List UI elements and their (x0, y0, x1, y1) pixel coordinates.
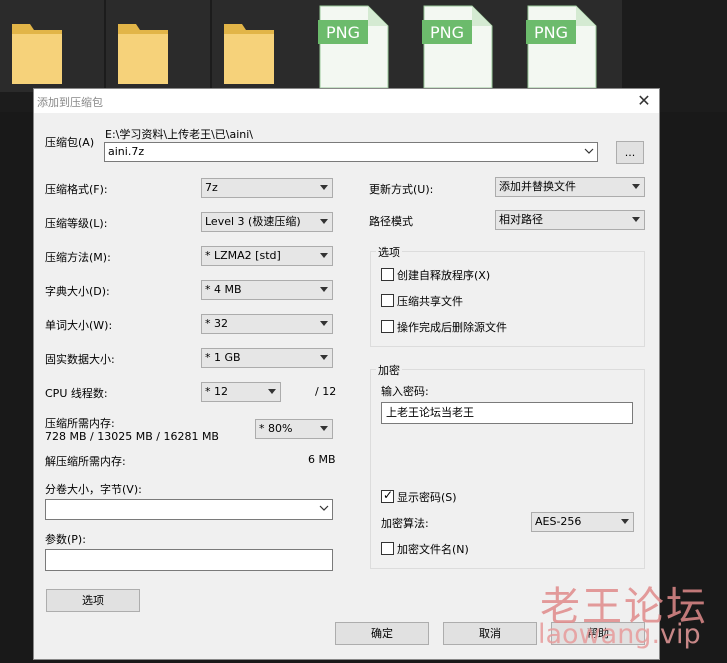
chevron-down-icon (584, 148, 594, 154)
password-input[interactable]: 上老王论坛当老王 (381, 402, 633, 424)
decomp-label: 解压缩所需内存: (45, 455, 126, 468)
cpu-label: CPU 线程数: (45, 387, 108, 400)
cpu-value: * 12 (205, 385, 228, 398)
encrypt-names-checkbox[interactable] (381, 542, 394, 555)
password-label: 输入密码: (381, 385, 429, 398)
dict-select[interactable]: * 4 MB (201, 280, 333, 300)
chevron-down-icon (320, 321, 328, 326)
shared-checkbox[interactable] (381, 294, 394, 307)
update-label: 更新方式(U): (369, 183, 434, 196)
mem-percent-select[interactable]: * 80% (255, 419, 333, 439)
params-label: 参数(P): (45, 533, 86, 546)
encrypt-names-label: 加密文件名(N) (397, 543, 469, 556)
png-file-item[interactable]: PNG (518, 0, 622, 92)
word-value: * 32 (205, 317, 228, 330)
algorithm-value: AES-256 (535, 515, 582, 528)
method-value: * LZMA2 [std] (205, 249, 281, 262)
algorithm-select[interactable]: AES-256 (531, 512, 634, 532)
folder-item[interactable] (0, 0, 104, 92)
chevron-down-icon (632, 184, 640, 189)
format-select[interactable]: 7z (201, 178, 333, 198)
png-badge: PNG (430, 23, 464, 42)
archive-name-value: aini.7z (108, 145, 145, 158)
archive-label: 压缩包(A) (45, 136, 95, 149)
folder-icon (12, 24, 62, 84)
options-button[interactable]: 选项 (46, 589, 140, 612)
update-select[interactable]: 添加并替换文件 (495, 177, 645, 197)
cancel-button[interactable]: 取消 (443, 622, 537, 645)
method-select[interactable]: * LZMA2 [std] (201, 246, 333, 266)
split-select[interactable] (45, 499, 333, 520)
solid-value: * 1 GB (205, 351, 241, 364)
png-badge: PNG (534, 23, 568, 42)
png-file-icon: PNG (422, 5, 493, 89)
update-value: 添加并替换文件 (499, 180, 576, 193)
level-label: 压缩等级(L): (45, 217, 108, 230)
folder-item[interactable] (106, 0, 210, 92)
level-value: Level 3 (极速压缩) (205, 215, 301, 228)
chevron-down-icon (320, 219, 328, 224)
mem-value: 728 MB / 13025 MB / 16281 MB (45, 430, 219, 443)
archive-path: E:\学习资料\上传老王\已\aini\ (105, 128, 254, 141)
png-file-item[interactable]: PNG (310, 0, 414, 92)
chevron-down-icon (320, 253, 328, 258)
mem-label: 压缩所需内存: (45, 417, 115, 430)
method-label: 压缩方法(M): (45, 251, 111, 264)
chevron-down-icon (319, 505, 329, 511)
encrypt-group-title: 加密 (376, 362, 402, 378)
archive-name-combo[interactable]: aini.7z (104, 142, 598, 162)
png-file-item[interactable]: PNG (414, 0, 518, 92)
solid-label: 固实数据大小: (45, 353, 115, 366)
delete-source-checkbox[interactable] (381, 320, 394, 333)
encrypt-group (370, 369, 645, 569)
word-select[interactable]: * 32 (201, 314, 333, 334)
show-password-checkbox[interactable] (381, 488, 394, 503)
path-mode-value: 相对路径 (499, 213, 543, 226)
word-label: 单词大小(W): (45, 319, 113, 332)
chevron-down-icon (320, 185, 328, 190)
mem-percent-value: * 80% (259, 422, 293, 435)
decomp-value: 6 MB (308, 453, 336, 466)
cpu-select[interactable]: * 12 (201, 382, 281, 402)
chevron-down-icon (320, 355, 328, 360)
level-select[interactable]: Level 3 (极速压缩) (201, 212, 333, 232)
split-label: 分卷大小，字节(V): (45, 483, 142, 496)
title-bar: 添加到压缩包 ✕ (34, 89, 659, 113)
close-icon[interactable]: ✕ (634, 91, 654, 111)
dict-label: 字典大小(D): (45, 285, 110, 298)
path-mode-label: 路径模式 (369, 215, 413, 228)
folder-item[interactable] (212, 0, 316, 92)
dialog-title: 添加到压缩包 (37, 96, 103, 109)
shared-label: 压缩共享文件 (397, 295, 463, 308)
chevron-down-icon (320, 426, 328, 431)
png-badge: PNG (326, 23, 360, 42)
format-value: 7z (205, 181, 218, 194)
browse-button[interactable]: ... (616, 141, 644, 164)
ok-button[interactable]: 确定 (335, 622, 429, 645)
chevron-down-icon (320, 287, 328, 292)
dict-value: * 4 MB (205, 283, 242, 296)
png-file-icon: PNG (526, 5, 597, 89)
sfx-label: 创建自释放程序(X) (397, 269, 491, 282)
delete-source-label: 操作完成后删除源文件 (397, 321, 507, 334)
params-input[interactable] (45, 549, 333, 571)
path-mode-select[interactable]: 相对路径 (495, 210, 645, 230)
folder-icon (224, 24, 274, 84)
format-label: 压缩格式(F): (45, 183, 108, 196)
sfx-checkbox[interactable] (381, 268, 394, 281)
chevron-down-icon (268, 389, 276, 394)
png-file-icon: PNG (318, 5, 389, 89)
solid-select[interactable]: * 1 GB (201, 348, 333, 368)
options-group-title: 选项 (376, 244, 402, 260)
algorithm-label: 加密算法: (381, 517, 429, 530)
cpu-total: / 12 (315, 385, 337, 398)
watermark-url: laowang.vip (538, 619, 701, 650)
chevron-down-icon (621, 519, 629, 524)
folder-icon (118, 24, 168, 84)
chevron-down-icon (632, 217, 640, 222)
show-password-label: 显示密码(S) (397, 491, 457, 504)
